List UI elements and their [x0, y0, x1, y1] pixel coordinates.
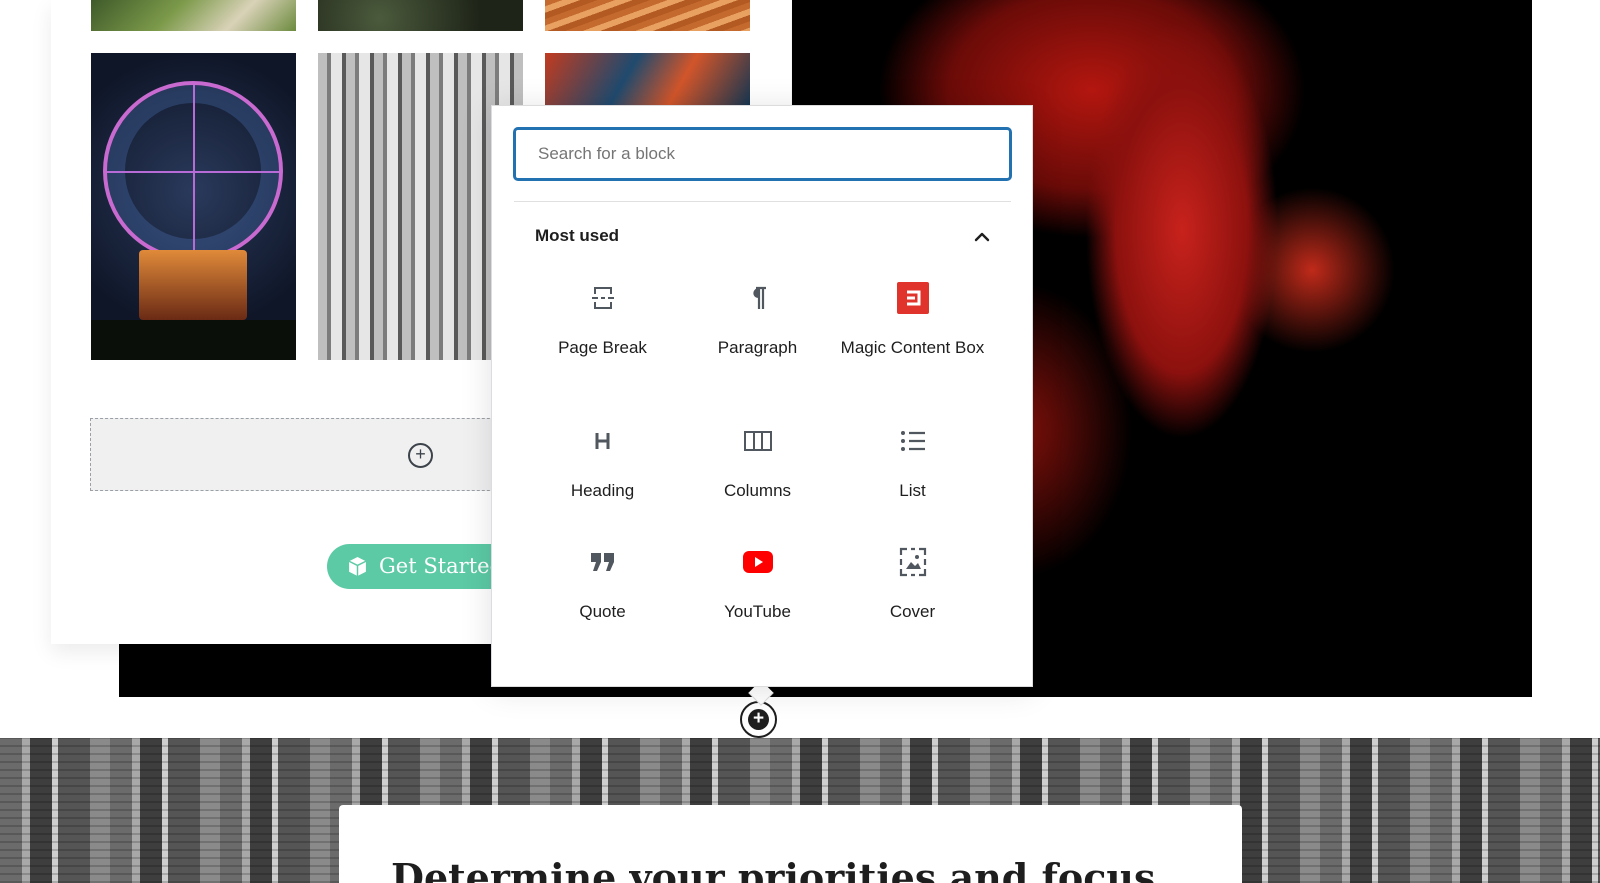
- block-search-input[interactable]: [514, 128, 1011, 180]
- trees-graphic: [91, 320, 296, 360]
- heading-card: Determine your priorities and focus: [339, 805, 1242, 883]
- gallery-image-ferris-wheel[interactable]: [91, 53, 296, 360]
- block-label: List: [899, 481, 926, 500]
- gallery-image-wood[interactable]: [545, 0, 750, 31]
- ferris-wheel-graphic: [103, 81, 283, 261]
- block-label: Paragraph: [717, 338, 798, 357]
- block-item-list[interactable]: List: [835, 412, 990, 532]
- add-block-button[interactable]: +: [740, 701, 777, 738]
- block-label: YouTube: [724, 602, 791, 621]
- block-item-page-break[interactable]: Page Break: [525, 269, 680, 389]
- block-item-cover[interactable]: Cover: [835, 533, 990, 653]
- quote-icon: [586, 545, 620, 579]
- editor-canvas: + Get Started Determine your priorities …: [0, 0, 1600, 883]
- page-break-icon: [586, 281, 620, 315]
- youtube-icon: [741, 545, 775, 579]
- cube-icon: [348, 557, 367, 576]
- block-item-paragraph[interactable]: Paragraph: [680, 269, 835, 389]
- block-label: Cover: [889, 602, 936, 621]
- block-item-heading[interactable]: Heading: [525, 412, 680, 532]
- block-label: Page Break: [558, 338, 647, 357]
- most-used-panel-toggle[interactable]: Most used: [514, 216, 1011, 256]
- section-heading[interactable]: Determine your priorities and focus: [391, 855, 1155, 883]
- block-item-quote[interactable]: Quote: [525, 533, 680, 653]
- block-label: Columns: [723, 481, 792, 500]
- cover-icon: [896, 545, 930, 579]
- block-item-youtube[interactable]: YouTube: [680, 533, 835, 653]
- list-icon: [896, 424, 930, 458]
- block-item-columns[interactable]: Columns: [680, 412, 835, 532]
- gallery-image-leaves[interactable]: [318, 0, 523, 31]
- plus-icon: +: [748, 709, 769, 730]
- block-inserter-popover: Most used Page Break: [491, 105, 1033, 687]
- block-label: Heading: [570, 481, 635, 500]
- block-label: Quote: [579, 602, 626, 621]
- heading-icon: [586, 424, 620, 458]
- gallery-image-beach[interactable]: [91, 0, 296, 31]
- booth-graphic: [139, 250, 247, 320]
- gallery-image-succulent[interactable]: [545, 53, 750, 107]
- columns-icon: [741, 424, 775, 458]
- magic-content-box-icon: [896, 281, 930, 315]
- add-block-small-icon[interactable]: +: [408, 443, 433, 468]
- panel-title: Most used: [535, 226, 620, 245]
- get-started-label: Get Started: [379, 554, 504, 578]
- divider: [514, 201, 1011, 202]
- chevron-up-icon: [974, 232, 990, 242]
- paragraph-icon: [741, 281, 775, 315]
- block-label: Magic Content Box: [840, 338, 985, 357]
- block-appender[interactable]: [90, 418, 530, 491]
- block-item-magic-content-box[interactable]: Magic Content Box: [835, 269, 990, 389]
